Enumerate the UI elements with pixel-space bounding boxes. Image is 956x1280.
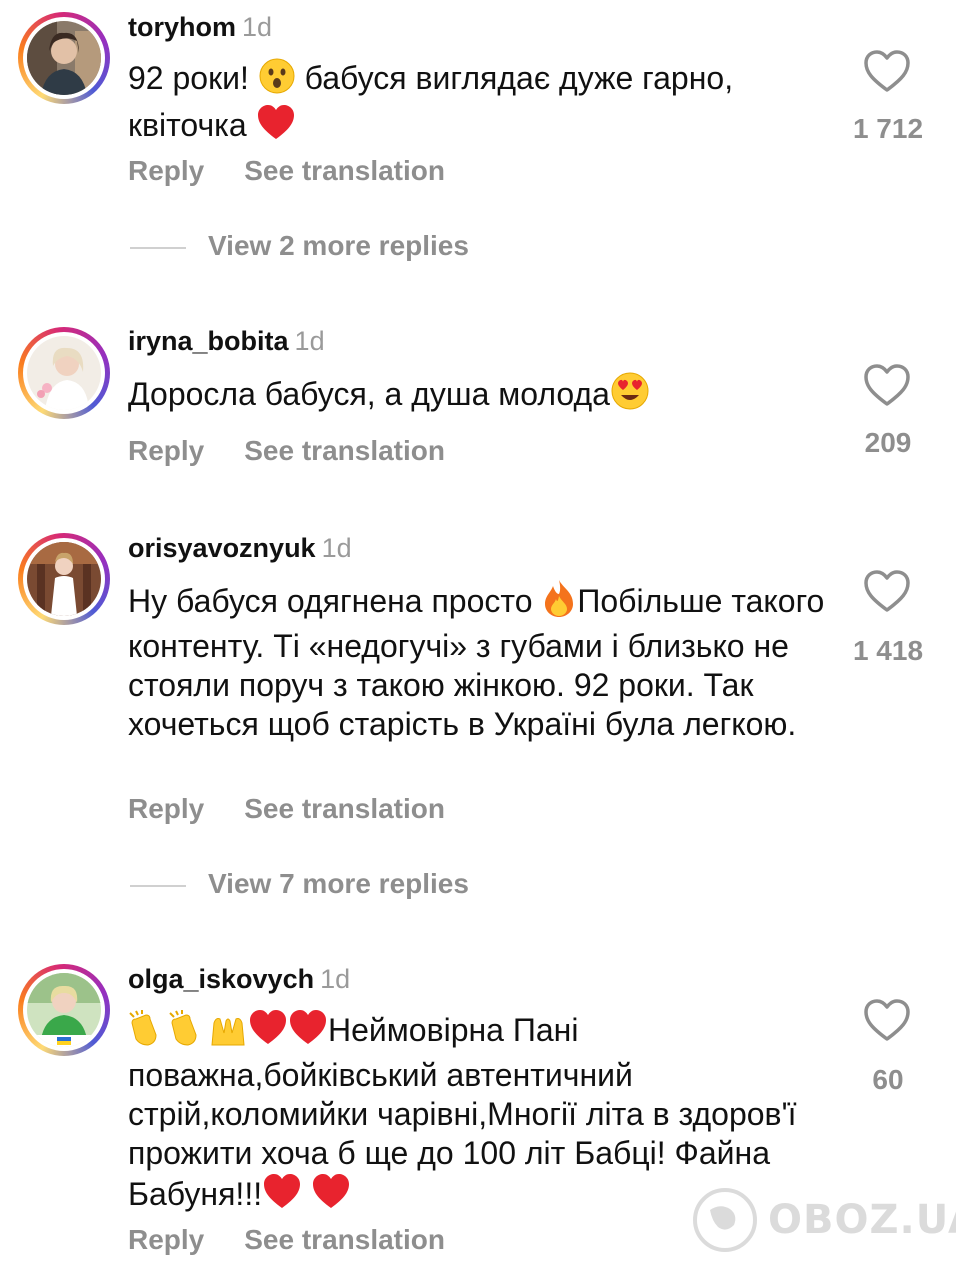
avatar-story-ring[interactable]	[18, 533, 110, 625]
raising-hands-emoji	[208, 1009, 248, 1056]
view-more-replies-button[interactable]: View 2 more replies	[130, 230, 469, 262]
astonished-face-emoji	[258, 57, 296, 104]
divider	[130, 246, 186, 249]
username[interactable]: orisyavoznyuk 1d	[128, 533, 352, 564]
view-more-replies-button[interactable]: View 7 more replies	[130, 868, 469, 900]
heart-outline-icon[interactable]	[862, 997, 912, 1043]
heart-outline-icon[interactable]	[862, 48, 912, 94]
like-count: 209	[864, 427, 912, 458]
fire-emoji	[541, 578, 577, 627]
comment-text: Ну бабуся одягнена просто Побільше таког…	[128, 578, 828, 744]
timestamp: 1d	[242, 12, 273, 42]
like-count: 1 418	[852, 635, 924, 666]
see-translation-button[interactable]: See translation	[244, 435, 445, 467]
username[interactable]: toryhom 1d	[128, 12, 272, 43]
red-heart-emoji	[248, 1009, 288, 1056]
avatar-story-ring[interactable]	[18, 964, 110, 1056]
avatar	[27, 973, 101, 1047]
comment-text: Доросла бабуся, а душа молода	[128, 371, 828, 420]
username[interactable]: olga_iskovych 1d	[128, 964, 350, 995]
clapping-hands-emoji	[128, 1009, 168, 1056]
heart-eyes-emoji	[610, 371, 650, 420]
avatar	[27, 21, 101, 95]
reply-button[interactable]: Reply	[128, 1224, 204, 1256]
watermark: OBOZ.UA	[690, 1185, 956, 1255]
avatar	[27, 542, 101, 616]
clapping-hands-emoji	[168, 1009, 208, 1056]
red-heart-emoji	[256, 104, 296, 151]
globe-logo-icon	[693, 1188, 757, 1252]
avatar-story-ring[interactable]	[18, 12, 110, 104]
see-translation-button[interactable]: See translation	[244, 155, 445, 187]
red-heart-emoji	[262, 1173, 302, 1220]
timestamp: 1d	[320, 964, 351, 994]
heart-outline-icon[interactable]	[862, 362, 912, 408]
divider	[130, 884, 186, 887]
see-translation-button[interactable]: See translation	[244, 1224, 445, 1256]
avatar-story-ring[interactable]	[18, 327, 110, 419]
reply-button[interactable]: Reply	[128, 155, 204, 187]
like-count: 60	[872, 1064, 904, 1095]
red-heart-emoji	[311, 1173, 351, 1220]
timestamp: 1d	[321, 533, 352, 563]
comment-text: 92 роки! бабуся виглядає дуже гарно, кві…	[128, 57, 828, 151]
see-translation-button[interactable]: See translation	[244, 793, 445, 825]
reply-button[interactable]: Reply	[128, 435, 204, 467]
heart-outline-icon[interactable]	[862, 568, 912, 614]
like-count: 1 712	[852, 113, 924, 144]
timestamp: 1d	[294, 326, 325, 356]
reply-button[interactable]: Reply	[128, 793, 204, 825]
username[interactable]: iryna_bobita 1d	[128, 326, 325, 357]
red-heart-emoji	[288, 1009, 328, 1056]
avatar	[27, 336, 101, 410]
